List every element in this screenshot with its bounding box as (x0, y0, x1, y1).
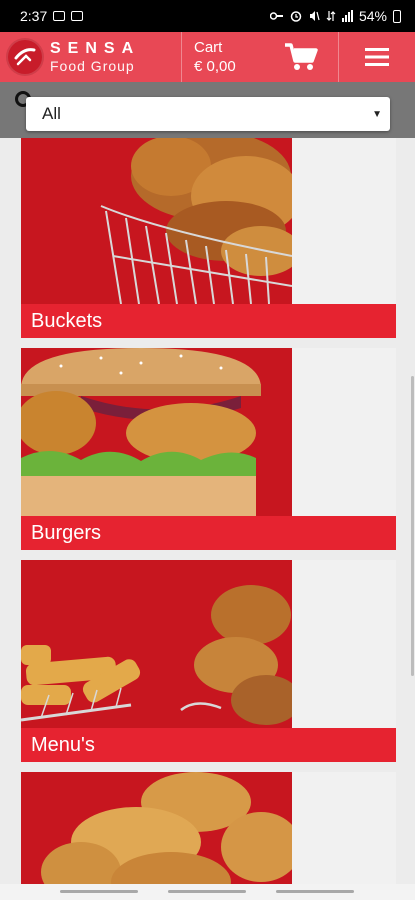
chevron-down-icon: ▼ (372, 108, 382, 120)
category-filter-value: All (42, 104, 61, 123)
cart-button[interactable]: Cart € 0,00 (182, 32, 339, 82)
logo[interactable]: SENSA Food Group (0, 32, 182, 82)
cart-label: Cart (194, 38, 223, 56)
hamburger-menu-button[interactable] (339, 32, 415, 82)
category-filter-select[interactable]: All ▼ (26, 97, 390, 131)
category-card-nuggets[interactable] (21, 772, 396, 900)
nuggets-image (21, 772, 292, 900)
logo-sub-text: Food Group (50, 58, 135, 74)
alarm-icon (290, 11, 302, 22)
nav-back[interactable] (276, 890, 354, 893)
data-icon (326, 11, 336, 21)
category-card-menus[interactable]: Menu's (21, 560, 396, 762)
key-icon (269, 12, 283, 20)
battery-percent: 54% (358, 8, 387, 24)
app-header: SENSA Food Group Cart € 0,00 (0, 32, 415, 82)
category-label-buckets: Buckets (21, 304, 396, 338)
system-navigation-bar (0, 884, 415, 900)
nav-recents[interactable] (60, 890, 138, 893)
message-icon (71, 11, 84, 21)
gallery-icon (53, 11, 66, 21)
burgers-image (21, 348, 292, 516)
cart-icon (285, 43, 318, 70)
battery-icon (393, 9, 401, 23)
logo-icon (6, 38, 44, 76)
menus-image (21, 560, 292, 728)
status-bar: 2:37 54% (0, 0, 415, 32)
hamburger-menu-icon (365, 48, 389, 66)
category-card-buckets[interactable]: Buckets (21, 138, 396, 338)
buckets-image (21, 138, 292, 304)
category-label-menus: Menu's (21, 728, 396, 762)
status-time: 2:37 (20, 8, 48, 24)
burgers-image-filler (292, 348, 396, 516)
nav-home[interactable] (168, 890, 246, 893)
scrollbar[interactable] (411, 376, 414, 676)
logo-brand-text: SENSA (50, 40, 141, 57)
category-card-burgers[interactable]: Burgers (21, 348, 396, 550)
menus-image-filler (292, 560, 396, 728)
category-label-burgers: Burgers (21, 516, 396, 550)
mute-icon (309, 11, 320, 21)
cart-total: € 0,00 (194, 58, 236, 75)
signal-icon (341, 10, 353, 22)
category-list[interactable]: Buckets Burgers Menu's (0, 138, 415, 900)
nuggets-image-filler (292, 772, 396, 900)
buckets-image-filler (292, 138, 396, 304)
